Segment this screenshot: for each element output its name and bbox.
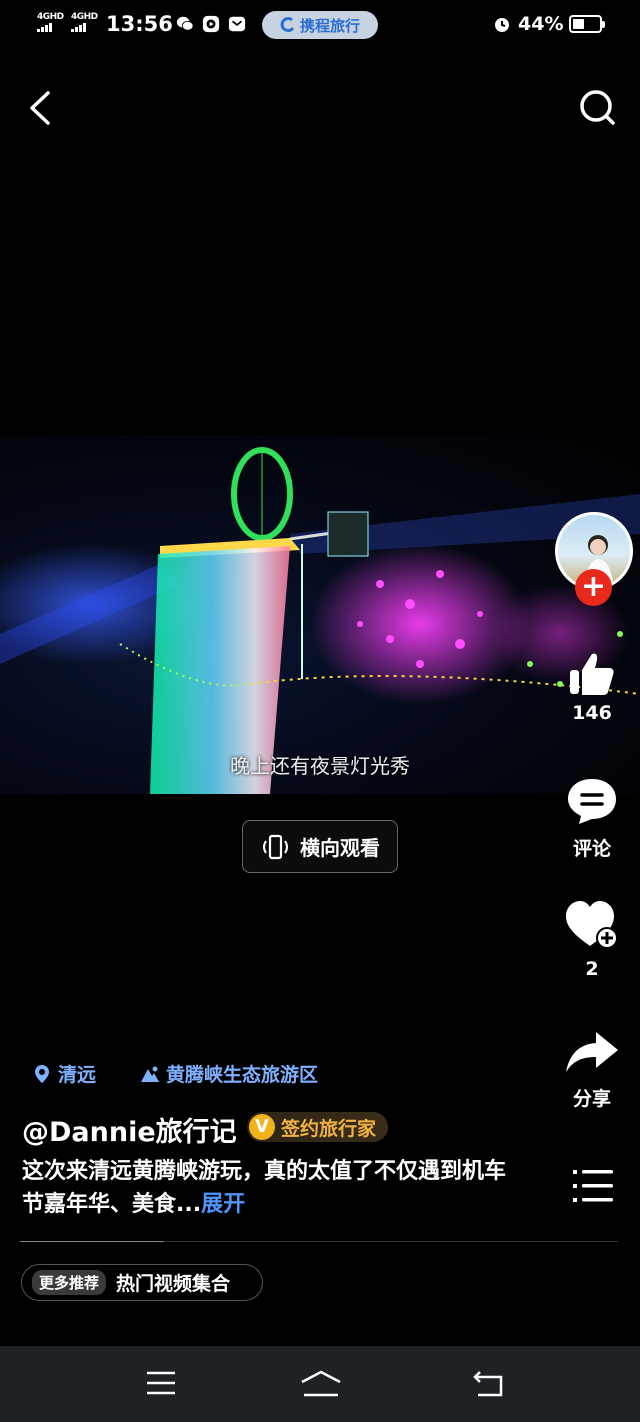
video-description[interactable]: 这次来清远黄腾峡游玩，真的太值了不仅遇到机车节嘉年华、美食...展开 [22,1155,522,1221]
comment-label: 评论 [572,838,611,860]
follow-button[interactable]: + [575,569,612,606]
author-name[interactable]: @Dannie旅行记 [22,1110,237,1149]
location-label: 清远 [58,1064,97,1086]
return-button[interactable] [472,1370,504,1398]
location-tag[interactable]: 清远 [34,1060,96,1087]
alarm-icon [495,18,509,32]
search-button[interactable] [576,86,618,128]
home-icon [301,1370,341,1397]
share-label: 分享 [572,1088,611,1110]
home-button[interactable] [300,1370,342,1398]
rotate-phone-icon [263,834,288,859]
ctrip-return-pill[interactable]: 携程旅行 [262,11,378,39]
video-frame-image [0,447,640,794]
ctrip-label: 携程旅行 [299,16,360,35]
menu-button[interactable] [146,1370,176,1396]
clock: 13:56 [106,12,173,36]
favorite-button[interactable]: 2 [554,898,630,980]
comment-bubble-icon [568,779,616,824]
battery-icon [569,15,605,33]
thumbs-up-icon [570,653,614,695]
status-bar: 4GHD 4GHD 13:56 携程旅行 44% [0,0,640,50]
like-count: 146 [572,702,612,724]
network-label-1: 4GHD [37,12,64,22]
signal-bars-icon [37,23,64,32]
wechat-icon [176,16,194,31]
share-arrow-icon [566,1032,618,1072]
mail-icon [228,16,246,32]
favorite-count: 2 [585,958,599,980]
more-recommend-pill[interactable]: 更多推荐 热门视频集合 [21,1264,263,1301]
play-app-icon [202,15,220,33]
back-button[interactable] [24,88,60,128]
verified-v-icon: V [249,1114,275,1140]
battery-percent: 44% [518,13,564,35]
video-progress-bar[interactable] [20,1241,618,1242]
share-button[interactable]: 分享 [554,1028,630,1111]
list-icon [573,1170,613,1202]
playlist-button[interactable] [573,1167,613,1205]
signal-2: 4GHD [71,13,98,32]
location-pin-icon [35,1064,49,1083]
expand-link[interactable]: 展开 [201,1192,245,1217]
search-icon [580,90,615,125]
mountain-icon [141,1066,159,1082]
signed-traveler-badge[interactable]: V 签约旅行家 [247,1112,389,1142]
badge-label: 签约旅行家 [281,1117,377,1140]
video-subtitle: 晚上还有夜景灯光秀 [230,754,410,778]
return-icon [473,1371,503,1397]
signal-bars-icon [71,23,98,32]
landscape-view-button[interactable]: 横向观看 [242,820,398,873]
poi-tag[interactable]: 黄腾峡生态旅游区 [140,1060,318,1087]
more-recommend-label: 热门视频集合 [116,1273,231,1295]
ctrip-logo-icon [280,17,295,33]
network-label-2: 4GHD [71,12,98,22]
more-recommend-tag: 更多推荐 [32,1270,107,1295]
video-player[interactable] [0,434,640,794]
heart-plus-icon [566,901,618,949]
menu-icon [147,1371,175,1395]
description-text: 这次来清远黄腾峡游玩，真的太值了不仅遇到机车节嘉年华、美食... [22,1159,507,1217]
like-button[interactable]: 146 [554,648,630,724]
signal-1: 4GHD [37,13,64,32]
landscape-view-label: 横向观看 [300,836,380,860]
system-nav-bar [0,1346,640,1422]
chevron-left-icon [30,91,50,125]
comment-button[interactable]: 评论 [554,776,630,861]
video-progress-fill [20,1241,164,1242]
poi-label: 黄腾峡生态旅游区 [166,1064,319,1086]
